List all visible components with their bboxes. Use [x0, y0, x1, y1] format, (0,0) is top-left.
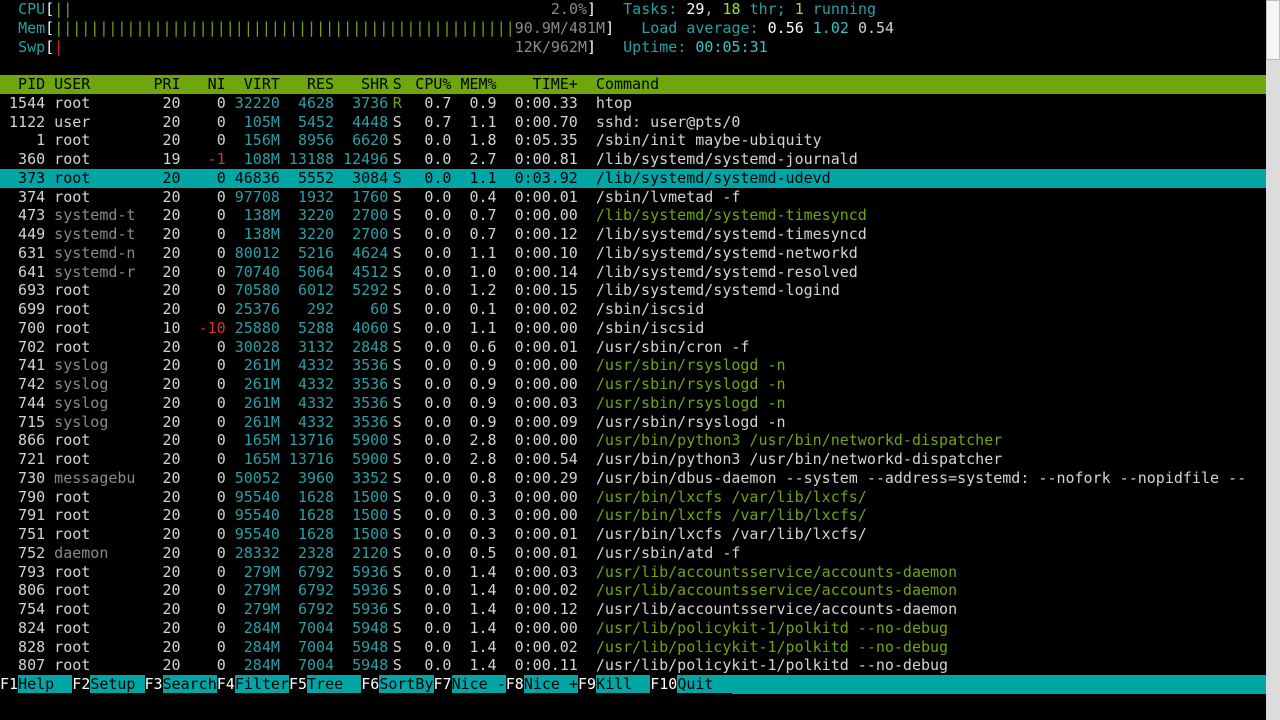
fkey-F8: F8: [506, 675, 524, 693]
process-row[interactable]: 693 root2007058060125292S0.01.20:00.15 /…: [0, 281, 1266, 300]
tasks-running: 1: [795, 0, 804, 18]
process-row[interactable]: 793 root200279M67925936S0.01.40:00.03 /u…: [0, 563, 1266, 582]
fkey-F6: F6: [361, 675, 379, 693]
process-row[interactable]: 721 root200165M137165900S0.02.80:00.54 /…: [0, 450, 1266, 469]
fkey-label-F7[interactable]: Nice -: [452, 675, 506, 693]
load-label: Load average:: [641, 19, 758, 37]
process-row[interactable]: 824 root200284M70045948S0.01.40:00.00 /u…: [0, 619, 1266, 638]
process-header[interactable]: PID USERPRINIVIRTRESSHRSCPU%MEM%TIME+ Co…: [0, 75, 1266, 94]
load-1: 0.56: [768, 19, 804, 37]
process-row[interactable]: 828 root200284M70045948S0.01.40:00.02 /u…: [0, 638, 1266, 657]
function-key-bar: F1Help F2Setup F3SearchF4FilterF5Tree F6…: [0, 675, 1266, 694]
process-row[interactable]: 806 root200279M67925936S0.01.40:00.02 /u…: [0, 581, 1266, 600]
mem-meter-bar: ||||||||||||||||||||||||||||||||||||||||…: [54, 19, 515, 37]
process-row[interactable]: 449 systemd-t200138M32202700S0.00.70:00.…: [0, 225, 1266, 244]
fkey-F3: F3: [145, 675, 163, 693]
process-row[interactable]: 1544 root2003222046283736R0.70.90:00.33 …: [0, 94, 1266, 113]
process-row[interactable]: 641 systemd-r2007074050644512S0.01.00:00…: [0, 263, 1266, 282]
process-row[interactable]: 1 root200156M89566620S0.01.80:05.35 /sbi…: [0, 131, 1266, 150]
process-row[interactable]: 730 messagebu2005005239603352S0.00.80:00…: [0, 469, 1266, 488]
process-row[interactable]: 866 root200165M137165900S0.02.80:00.00 /…: [0, 431, 1266, 450]
fkey-label-F8[interactable]: Nice +: [524, 675, 578, 693]
process-row[interactable]: 715 syslog200261M43323536S0.00.90:00.09 …: [0, 413, 1266, 432]
cpu-meter-pct: 2.0%: [551, 0, 587, 18]
load-5: 1.02: [813, 19, 849, 37]
swp-meter-text: 12K/962M: [515, 38, 587, 56]
process-row[interactable]: 791 root2009554016281500S0.00.30:00.00 /…: [0, 506, 1266, 525]
vertical-scrollbar[interactable]: [1266, 0, 1280, 720]
fkey-label-F6[interactable]: SortBy: [379, 675, 433, 693]
process-row[interactable]: 374 root2009770819321760S0.00.40:00.01 /…: [0, 188, 1266, 207]
fkey-F5: F5: [289, 675, 307, 693]
fkey-label-F9[interactable]: Kill: [596, 675, 650, 693]
fkey-F9: F9: [578, 675, 596, 693]
process-row[interactable]: 790 root2009554016281500S0.00.30:00.00 /…: [0, 488, 1266, 507]
process-row[interactable]: 473 systemd-t200138M32202700S0.00.70:00.…: [0, 206, 1266, 225]
fkey-label-F10[interactable]: Quit: [677, 675, 731, 693]
process-row[interactable]: 742 syslog200261M43323536S0.00.90:00.00 …: [0, 375, 1266, 394]
process-row[interactable]: 702 root2003002831322848S0.00.60:00.01 /…: [0, 338, 1266, 357]
fkey-F10: F10: [650, 675, 677, 693]
process-row-selected[interactable]: 373 root2004683655523084S0.01.10:03.92 /…: [0, 169, 1266, 188]
process-row[interactable]: 744 syslog200261M43323536S0.00.90:00.03 …: [0, 394, 1266, 413]
fkey-label-F4[interactable]: Filter: [235, 675, 289, 693]
swp-meter-bar: |: [54, 38, 63, 56]
fkey-F7: F7: [434, 675, 452, 693]
uptime-label: Uptime:: [623, 38, 686, 56]
process-row[interactable]: 631 systemd-n2008001252164624S0.01.10:00…: [0, 244, 1266, 263]
process-row[interactable]: 1122 user200105M54524448S0.71.10:00.70 s…: [0, 113, 1266, 132]
tasks-label: Tasks:: [623, 0, 677, 18]
fkey-label-F5[interactable]: Tree: [307, 675, 361, 693]
fkey-F2: F2: [72, 675, 90, 693]
uptime-value: 00:05:31: [695, 38, 767, 56]
process-row[interactable]: 699 root2002537629260S0.00.10:00.02 /sbi…: [0, 300, 1266, 319]
process-row[interactable]: 752 daemon2002833223282120S0.00.50:00.01…: [0, 544, 1266, 563]
cpu-meter-bar: ||: [54, 0, 72, 18]
process-row[interactable]: 741 syslog200261M43323536S0.00.90:00.00 …: [0, 356, 1266, 375]
process-row[interactable]: 751 root2009554016281500S0.00.30:00.01 /…: [0, 525, 1266, 544]
mem-meter-text: 90.9M/481M: [515, 19, 605, 37]
scrollbar-thumb[interactable]: [1266, 0, 1280, 60]
tasks-threads: 18: [722, 0, 740, 18]
swp-meter-label: Swp: [18, 38, 45, 56]
process-row[interactable]: 360 root19-1108M1318812496S0.02.70:00.81…: [0, 150, 1266, 169]
fkey-label-F3[interactable]: Search: [163, 675, 217, 693]
cpu-meter-label: CPU: [18, 0, 45, 18]
tasks-total: 29: [686, 0, 704, 18]
fkey-label-F2[interactable]: Setup: [90, 675, 144, 693]
fkey-F4: F4: [217, 675, 235, 693]
process-row[interactable]: 807 root200284M70045948S0.01.40:00.11 /u…: [0, 656, 1266, 675]
mem-meter-label: Mem: [18, 19, 45, 37]
process-row[interactable]: 700 root10-102588052884060S0.01.10:00.00…: [0, 319, 1266, 338]
fkey-F1: F1: [0, 675, 18, 693]
fkey-label-F1[interactable]: Help: [18, 675, 72, 693]
process-row[interactable]: 754 root200279M67925936S0.01.40:00.12 /u…: [0, 600, 1266, 619]
load-15: 0.54: [858, 19, 894, 37]
